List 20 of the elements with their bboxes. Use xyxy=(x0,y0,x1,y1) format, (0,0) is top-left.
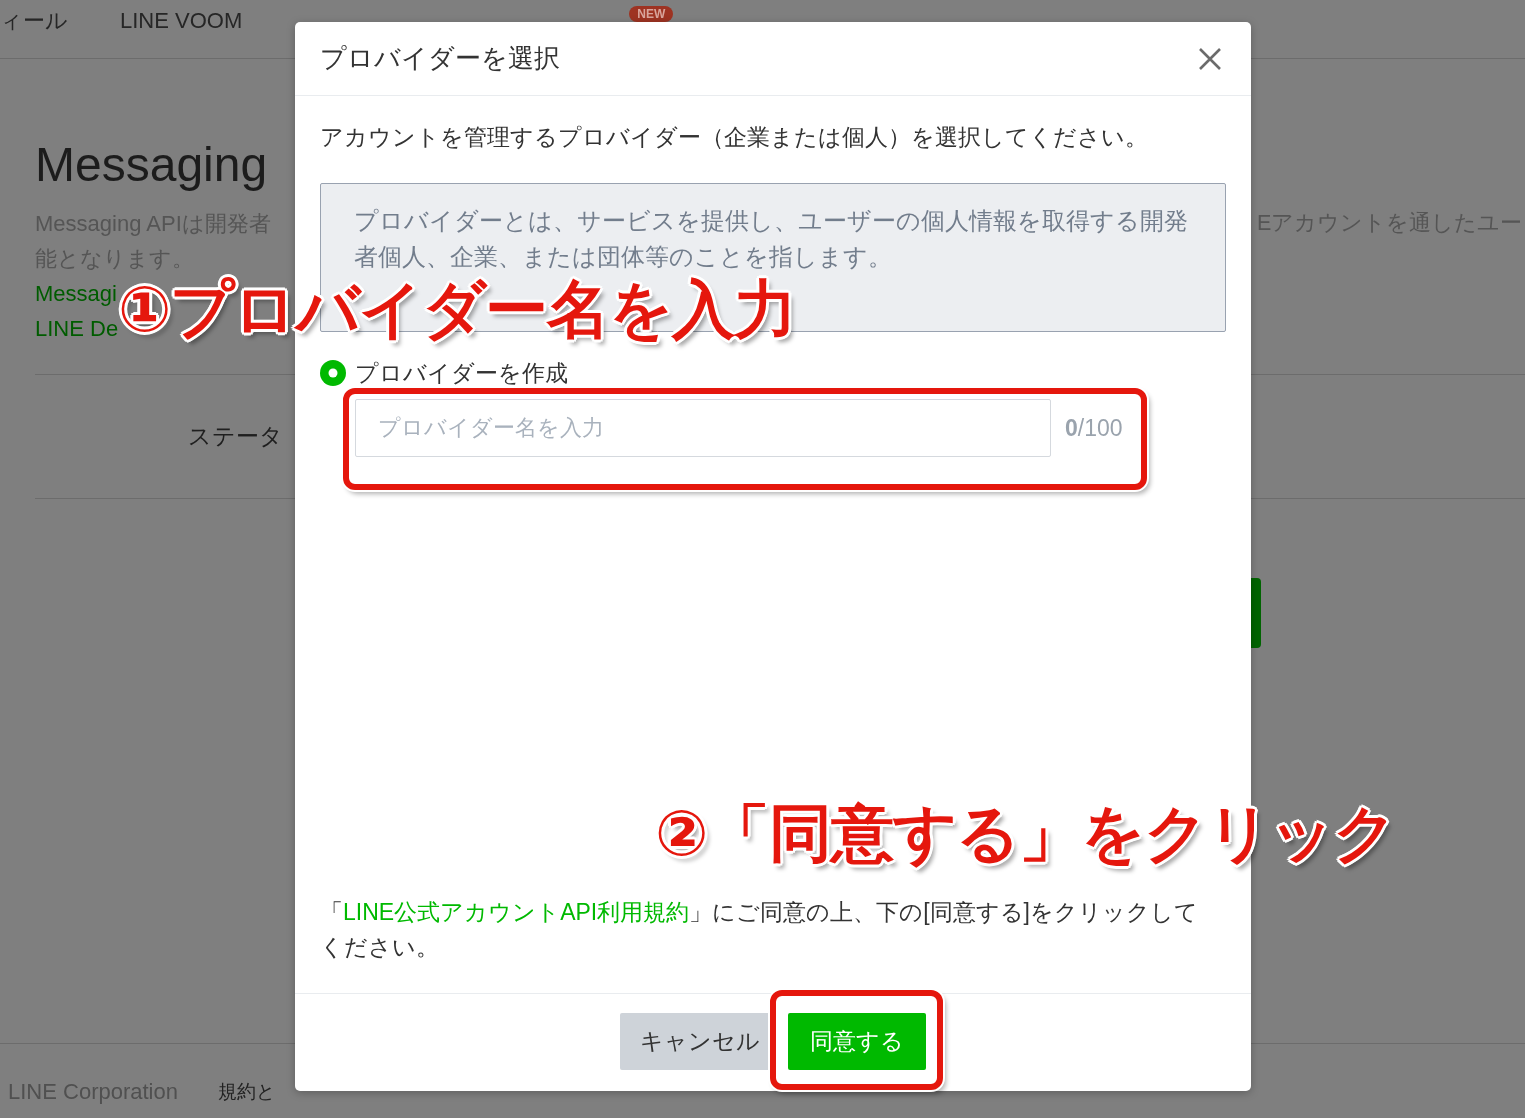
page-link[interactable]: LINE De xyxy=(35,311,119,346)
status-label: ステータ xyxy=(188,422,283,451)
info-text: プロバイダーとは、サービスを提供し、ユーザーの個人情報を取得する開発者個人、企業、または団体等のことを指します。 xyxy=(354,207,1189,272)
radio-label[interactable]: プロバイダーを作成 xyxy=(355,361,568,385)
page-heading: Messaging xyxy=(35,137,268,193)
page-link[interactable]: Messagi xyxy=(35,276,117,311)
footer-link[interactable]: 規約と xyxy=(218,1077,275,1107)
character-counter: 0/100 xyxy=(1065,414,1123,442)
provider-name-field[interactable]: プロバイダー名を入力 xyxy=(355,399,1051,457)
nav-link[interactable]: ィール xyxy=(0,6,68,36)
dialog-title: プロバイダーを選択 xyxy=(320,42,560,75)
intro-text: アカウントを管理するプロバイダー（企業または個人）を選択してください。 xyxy=(320,124,1148,152)
close-button[interactable] xyxy=(1198,46,1222,71)
terms-link[interactable]: LINE公式アカウントAPI利用規約 xyxy=(343,899,690,925)
radio-button[interactable] xyxy=(320,360,346,386)
close-icon xyxy=(1198,46,1222,71)
new-badge: NEW xyxy=(629,6,674,22)
nav-link[interactable]: LINE VOOM xyxy=(120,6,243,36)
terms-text: 「LINE公式アカウントAPI利用規約」にご同意の上、下の[同意する]をクリックしてください。 xyxy=(320,898,1199,962)
agree-button[interactable]: 同意する xyxy=(788,1013,926,1070)
